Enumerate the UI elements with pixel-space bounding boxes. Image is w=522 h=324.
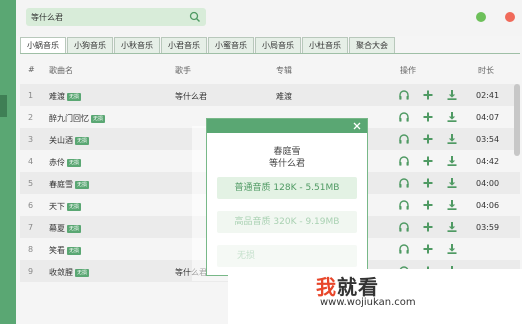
song-title[interactable]: 春庭雪 无损: [49, 179, 90, 190]
row-number: 5: [28, 179, 34, 188]
side-handle[interactable]: [0, 95, 7, 117]
artist-name[interactable]: 等什么君: [175, 91, 207, 102]
row-actions: [398, 133, 468, 145]
header-artist: 歌手: [175, 66, 191, 75]
lossless-badge: 无损: [91, 114, 106, 123]
duration: 04:06: [476, 201, 500, 210]
header-num: #: [28, 65, 35, 74]
song-title[interactable]: 关山酒 无损: [49, 135, 90, 146]
close-icon[interactable]: [351, 120, 363, 132]
song-title[interactable]: 醉九门回忆 无损: [49, 113, 106, 124]
row-actions: [398, 89, 468, 101]
high-quality-option[interactable]: 高品音质 320K - 9.19MB: [217, 211, 357, 233]
lossless-badge: 无损: [75, 136, 90, 145]
duration: 04:07: [476, 113, 500, 122]
duration: 04:00: [476, 179, 500, 188]
tab-divider: [20, 53, 520, 54]
watermark-url: www.wojiukan.com: [320, 297, 416, 308]
row-number: 6: [28, 201, 34, 210]
tab-3[interactable]: 小君音乐: [161, 37, 207, 54]
duration: 04:42: [476, 157, 500, 166]
song-title[interactable]: 难渡 无损: [49, 91, 82, 102]
dialog-header: [207, 119, 367, 133]
duration: 02:41: [476, 91, 500, 100]
close-window-button[interactable]: [505, 12, 515, 22]
tab-0[interactable]: 小蜗音乐: [20, 37, 66, 54]
search-input[interactable]: [31, 10, 181, 24]
lossless-quality-option[interactable]: 无损: [217, 245, 357, 267]
tab-6[interactable]: 小杜音乐: [302, 37, 348, 54]
row-actions: [398, 243, 468, 255]
tab-7[interactable]: 聚合大会: [349, 37, 395, 54]
tab-2[interactable]: 小秋音乐: [114, 37, 160, 54]
lossless-badge: 无损: [67, 246, 82, 255]
tab-5[interactable]: 小局音乐: [255, 37, 301, 54]
table-row[interactable]: 1 难渡 无损 等什么君 难渡 02:41: [20, 84, 520, 106]
tab-1[interactable]: 小狗音乐: [67, 37, 113, 54]
lossless-badge: 无损: [67, 158, 82, 167]
minimize-button[interactable]: [476, 12, 486, 22]
row-number: 7: [28, 223, 34, 232]
table-header: # 歌曲名 歌手 专辑 操作 时长: [20, 56, 520, 82]
top-bar: [16, 0, 522, 36]
lossless-badge: 无损: [67, 224, 82, 233]
song-title[interactable]: 天下 无损: [49, 201, 82, 212]
lossless-badge: 无损: [67, 92, 82, 101]
row-number: 2: [28, 113, 34, 122]
lossless-badge: 无损: [67, 202, 82, 211]
song-title[interactable]: 幕夏 无损: [49, 223, 82, 234]
source-tabs: 小蜗音乐 小狗音乐 小秋音乐 小君音乐 小蜜音乐 小局音乐 小杜音乐 聚合大会: [20, 37, 396, 54]
row-actions: [398, 221, 468, 233]
duration: 03:59: [476, 223, 500, 232]
header-song: 歌曲名: [49, 66, 73, 75]
row-number: 1: [28, 91, 34, 100]
watermark: 我就看 www.wojiukan.com: [228, 269, 522, 324]
row-number: 3: [28, 135, 34, 144]
scrollbar[interactable]: [514, 84, 520, 156]
quality-dialog: 春庭雪 等什么君 普通音质 128K - 5.51MB 高品音质 320K - …: [206, 118, 368, 276]
row-actions: [398, 199, 468, 211]
left-edge-strip: [0, 0, 16, 324]
watermark-brand: 我就看: [316, 275, 379, 299]
duration: 03:54: [476, 135, 500, 144]
row-number: 9: [28, 267, 34, 276]
lossless-badge: 无损: [75, 180, 90, 189]
header-duration: 时长: [478, 66, 494, 75]
search-icon[interactable]: [189, 11, 201, 23]
album-name[interactable]: 难渡: [276, 91, 292, 102]
song-title[interactable]: 笑看 无损: [49, 245, 82, 256]
row-actions: [398, 177, 468, 189]
row-actions: [398, 155, 468, 167]
tab-4[interactable]: 小蜜音乐: [208, 37, 254, 54]
row-number: 4: [28, 157, 34, 166]
row-number: 8: [28, 245, 34, 254]
song-title[interactable]: 收敛腥 无损: [49, 267, 90, 278]
header-ops: 操作: [400, 66, 416, 75]
normal-quality-option[interactable]: 普通音质 128K - 5.51MB: [217, 177, 357, 199]
row-actions: [398, 111, 468, 123]
lossless-badge: 无损: [75, 268, 90, 277]
header-album: 专辑: [276, 66, 292, 75]
song-title[interactable]: 赤伶 无损: [49, 157, 82, 168]
dialog-artist: 等什么君: [268, 159, 305, 169]
search-box[interactable]: [26, 8, 206, 26]
